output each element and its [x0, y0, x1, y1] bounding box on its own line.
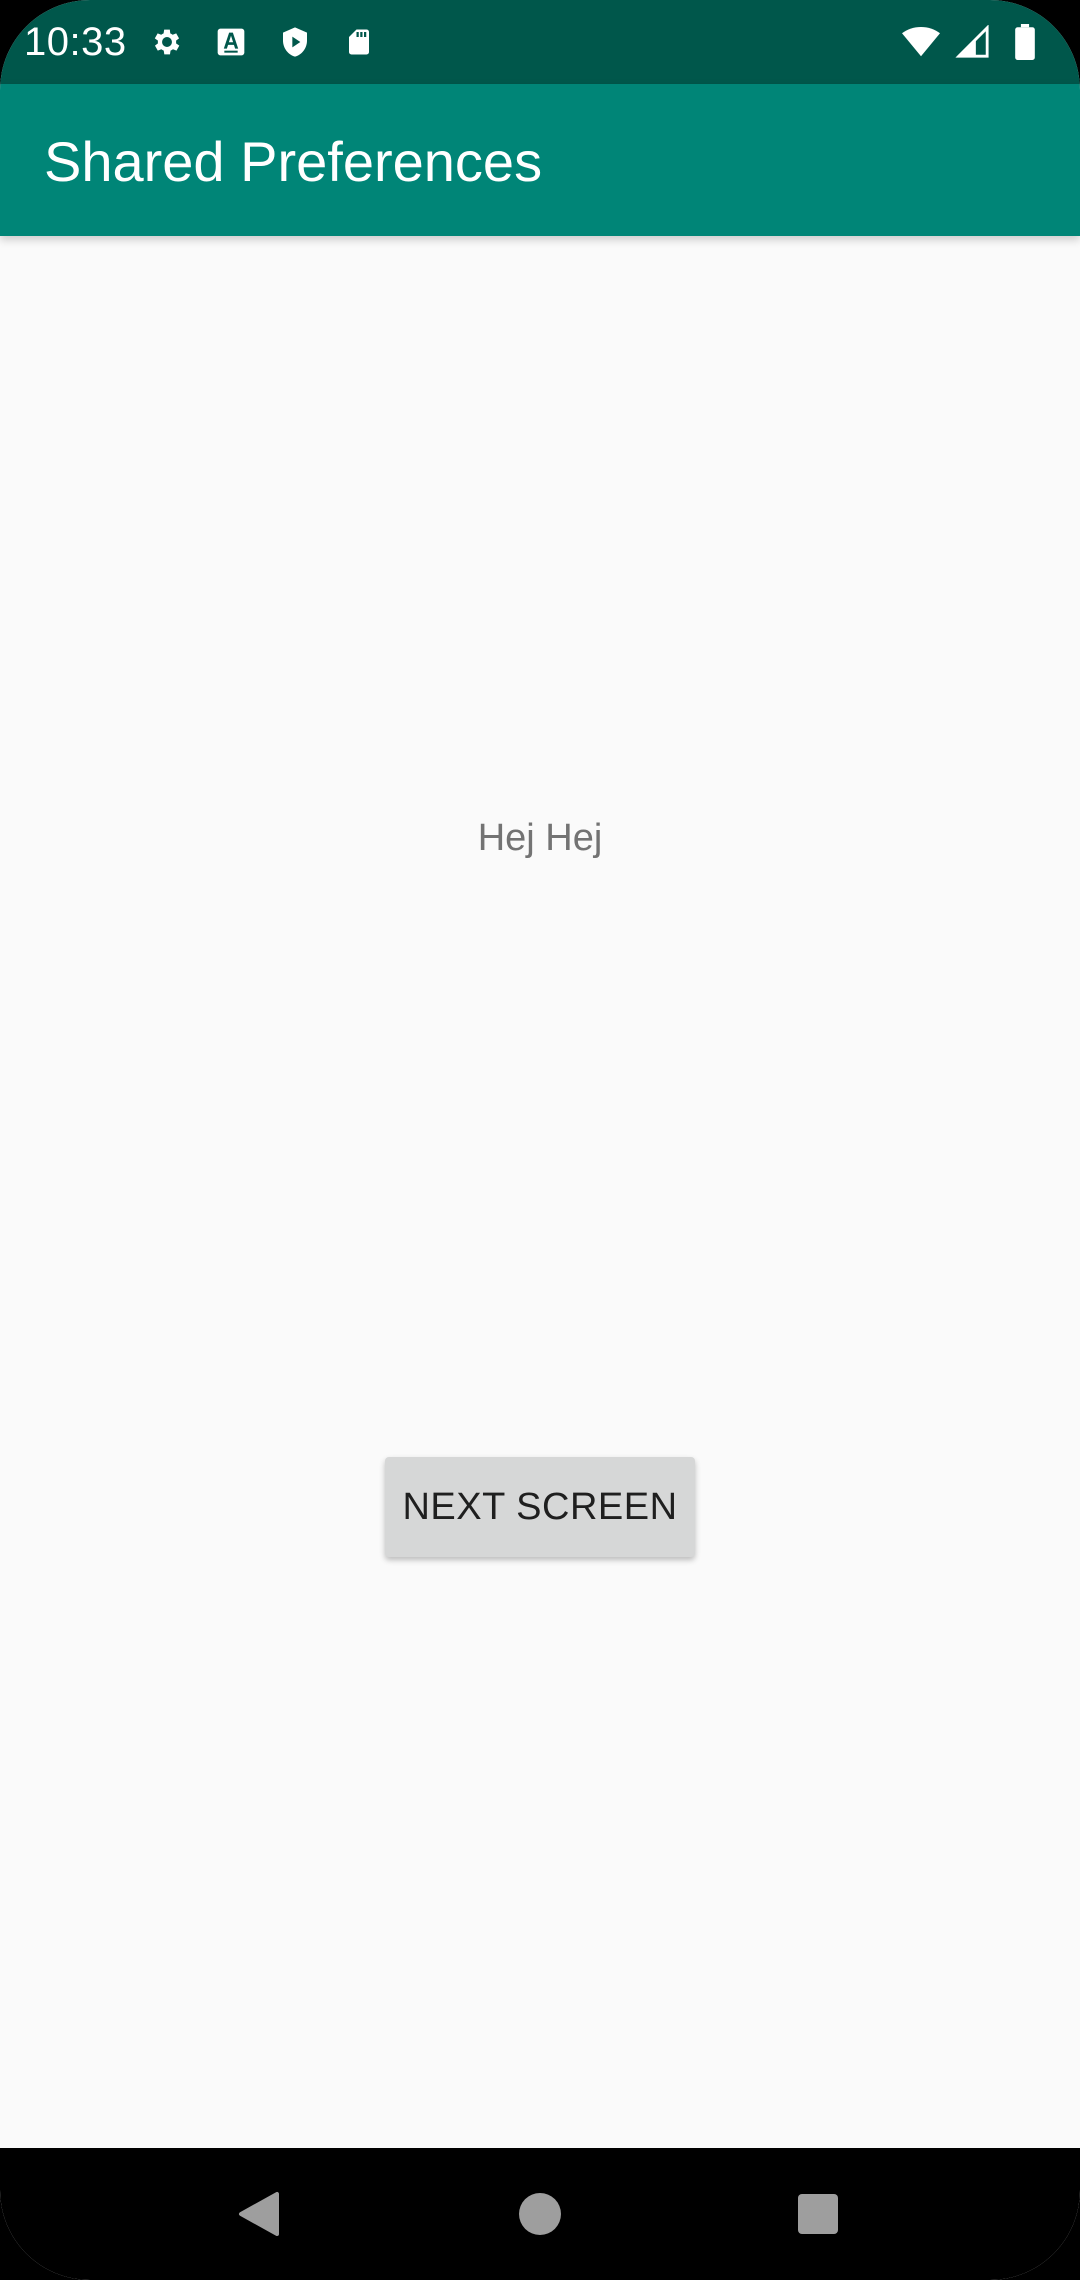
phone-screen: 10:33 Shared Preferences Hej Hej NEXT SC…: [0, 0, 1080, 2280]
battery-icon: [1006, 23, 1044, 61]
app-bar: Shared Preferences: [0, 84, 1080, 236]
status-icons-left: [148, 22, 378, 62]
navigation-bar: [0, 2148, 1080, 2280]
main-content: Hej Hej NEXT SCREEN: [0, 236, 1080, 2148]
back-icon[interactable]: [227, 2182, 291, 2246]
next-screen-button[interactable]: NEXT SCREEN: [385, 1457, 695, 1557]
cell-signal-icon: [954, 23, 992, 61]
status-icons-right: [902, 22, 1044, 62]
gear-icon: [148, 23, 186, 61]
home-icon[interactable]: [508, 2182, 572, 2246]
recents-icon[interactable]: [786, 2182, 850, 2246]
font-a-icon: [212, 23, 250, 61]
sd-card-icon: [340, 23, 378, 61]
status-bar: 10:33: [0, 0, 1080, 84]
app-title: Shared Preferences: [44, 130, 543, 193]
shield-play-icon: [276, 23, 314, 61]
message-text: Hej Hej: [477, 817, 603, 859]
status-time: 10:33: [24, 20, 127, 64]
wifi-icon: [902, 23, 940, 61]
